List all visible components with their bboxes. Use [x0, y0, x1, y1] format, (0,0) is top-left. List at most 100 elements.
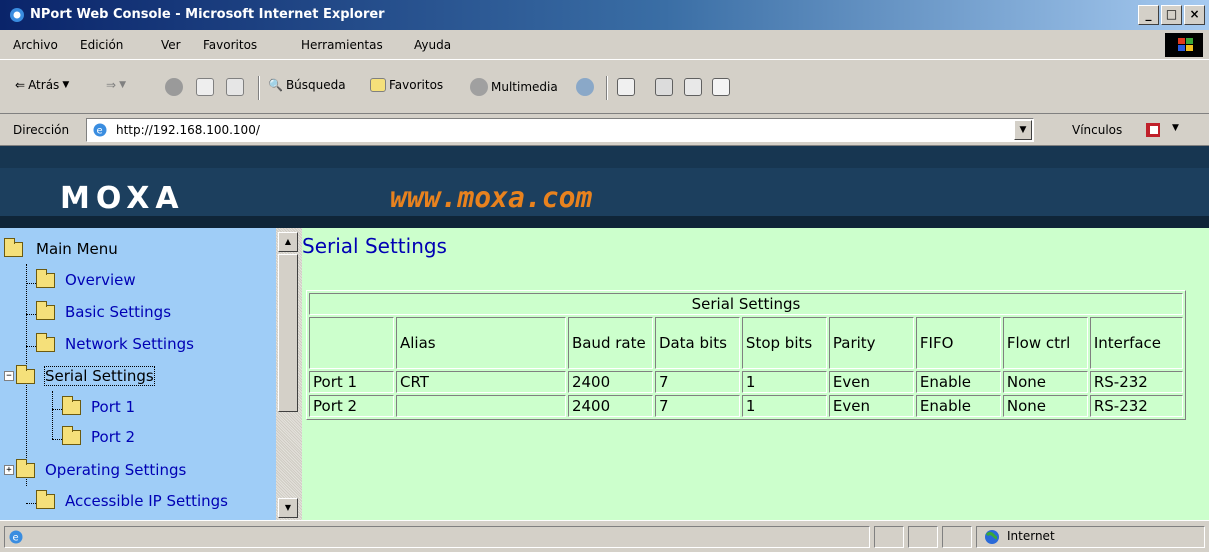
- column-header-stop-bits: Stop bits: [741, 317, 827, 369]
- cell-flow-ctrl: None: [1002, 395, 1088, 417]
- tree-item-serial-settings[interactable]: − Serial Settings: [4, 364, 155, 386]
- discuss-icon[interactable]: [712, 78, 730, 96]
- links-icon[interactable]: [1144, 120, 1164, 140]
- folder-icon: [62, 425, 81, 445]
- cell-data-bits: 7: [654, 371, 740, 393]
- stop-icon[interactable]: [165, 78, 183, 96]
- menu-bar: Archivo Edición Ver Favoritos Herramient…: [0, 30, 1209, 60]
- main-menu-tree: Main Menu Overview Basic Settings Networ…: [0, 228, 276, 520]
- address-label: Dirección: [13, 123, 70, 137]
- menu-edicion[interactable]: Edición: [80, 38, 123, 52]
- table-caption: Serial Settings: [309, 293, 1183, 315]
- back-arrow-icon: ⇐: [15, 78, 26, 92]
- folder-icon: [36, 300, 55, 320]
- folder-icon: [36, 268, 55, 288]
- serial-settings-table: Serial Settings Alias Baud rate Data bit…: [306, 290, 1186, 420]
- media-icon: [470, 78, 488, 96]
- open-folder-icon: [4, 237, 23, 257]
- chevron-down-icon: ▼: [62, 80, 70, 90]
- favorites-button[interactable]: Favoritos: [370, 78, 443, 92]
- folder-icon: [16, 458, 35, 478]
- ie-page-icon: e: [93, 123, 107, 137]
- back-button[interactable]: ⇐ Atrás ▼: [15, 78, 69, 92]
- cell-data-bits: 7: [654, 395, 740, 417]
- minimize-button[interactable]: _: [1138, 5, 1159, 25]
- tree-item-overview[interactable]: Overview: [36, 268, 136, 289]
- cell-interface: RS-232: [1089, 395, 1183, 417]
- maximize-button[interactable]: □: [1161, 5, 1182, 25]
- address-input[interactable]: e http://192.168.100.100/ ▼: [86, 118, 1034, 142]
- table-row: Port 1 CRT 2400 7 1 Even Enable None RS-…: [309, 371, 1183, 393]
- status-panel: [874, 526, 904, 548]
- address-url: http://192.168.100.100/: [116, 123, 260, 137]
- collapse-icon[interactable]: −: [4, 371, 14, 381]
- open-folder-icon: [16, 364, 35, 384]
- scroll-up-button[interactable]: ▲: [278, 232, 298, 252]
- close-button[interactable]: ×: [1184, 5, 1205, 25]
- window-titlebar: NPort Web Console - Microsoft Internet E…: [0, 0, 1209, 30]
- column-header-data-bits: Data bits: [654, 317, 740, 369]
- page-title: Serial Settings: [302, 234, 447, 258]
- history-icon[interactable]: [576, 78, 594, 96]
- tree-root-main-menu[interactable]: Main Menu: [4, 237, 118, 258]
- cell-stop-bits: 1: [741, 395, 827, 417]
- forward-arrow-icon: ⇒: [106, 78, 117, 92]
- column-header-alias: Alias: [395, 317, 566, 369]
- menu-ayuda[interactable]: Ayuda: [414, 38, 451, 52]
- tree-scrollbar[interactable]: ▲ ▼: [276, 228, 302, 520]
- search-icon: 🔍: [268, 78, 283, 92]
- tree-item-network-settings[interactable]: Network Settings: [36, 332, 194, 353]
- status-text-panel: [4, 526, 870, 548]
- moxa-site-link: www.moxa.com: [390, 181, 593, 214]
- folder-icon: [36, 332, 55, 352]
- menu-archivo[interactable]: Archivo: [13, 38, 58, 52]
- search-button[interactable]: 🔍 Búsqueda: [268, 78, 346, 92]
- menu-favoritos[interactable]: Favoritos: [203, 38, 257, 52]
- menu-ver[interactable]: Ver: [161, 38, 181, 52]
- scroll-down-button[interactable]: ▼: [278, 498, 298, 518]
- table-row: Port 2 2400 7 1 Even Enable None RS-232: [309, 395, 1183, 417]
- tree-item-port-2[interactable]: Port 2: [62, 425, 135, 446]
- address-bar: Dirección e http://192.168.100.100/ ▼ Ví…: [0, 114, 1209, 146]
- refresh-icon[interactable]: [196, 78, 214, 96]
- column-header-parity: Parity: [828, 317, 914, 369]
- content-pane: Serial Settings Serial Settings Alias Ba…: [302, 228, 1209, 520]
- cell-baud-rate: 2400: [567, 395, 653, 417]
- column-header-fifo: FIFO: [915, 317, 1001, 369]
- scroll-thumb[interactable]: [278, 254, 298, 412]
- menu-herramientas[interactable]: Herramientas: [301, 38, 383, 52]
- tree-item-operating-settings[interactable]: + Operating Settings: [4, 458, 186, 479]
- home-icon[interactable]: [226, 78, 244, 96]
- print-icon[interactable]: [655, 78, 673, 96]
- moxa-logo: MOXA: [60, 181, 185, 216]
- status-bar: e Internet: [0, 520, 1209, 552]
- folder-icon: [36, 489, 55, 509]
- chevron-down-icon[interactable]: ▼: [1172, 123, 1179, 133]
- column-header-flow-ctrl: Flow ctrl: [1002, 317, 1088, 369]
- media-button[interactable]: Multimedia: [470, 78, 558, 96]
- links-label[interactable]: Vínculos: [1072, 123, 1122, 137]
- cell-interface: RS-232: [1089, 371, 1183, 393]
- expand-icon[interactable]: +: [4, 465, 14, 475]
- mail-icon[interactable]: [617, 78, 635, 96]
- cell-fifo: Enable: [915, 371, 1001, 393]
- column-header: [309, 317, 394, 369]
- favorites-icon: [370, 78, 386, 92]
- tree-item-accessible-ip-settings[interactable]: Accessible IP Settings: [36, 489, 228, 510]
- tree-item-port-1[interactable]: Port 1: [62, 395, 135, 416]
- address-dropdown-button[interactable]: ▼: [1014, 120, 1032, 140]
- cell-alias: CRT: [395, 371, 566, 393]
- folder-icon: [62, 395, 81, 415]
- cell-parity: Even: [828, 371, 914, 393]
- cell-flow-ctrl: None: [1002, 371, 1088, 393]
- tree-item-basic-settings[interactable]: Basic Settings: [36, 300, 171, 321]
- status-panel: [942, 526, 972, 548]
- forward-button[interactable]: ⇒ ▼: [106, 78, 126, 92]
- table-header-row: Alias Baud rate Data bits Stop bits Pari…: [309, 317, 1183, 369]
- windows-logo-icon: [1165, 33, 1203, 57]
- zone-label: Internet: [1007, 529, 1055, 543]
- cell-fifo: Enable: [915, 395, 1001, 417]
- column-header-interface: Interface: [1089, 317, 1183, 369]
- globe-icon: [985, 530, 999, 544]
- edit-icon[interactable]: [684, 78, 702, 96]
